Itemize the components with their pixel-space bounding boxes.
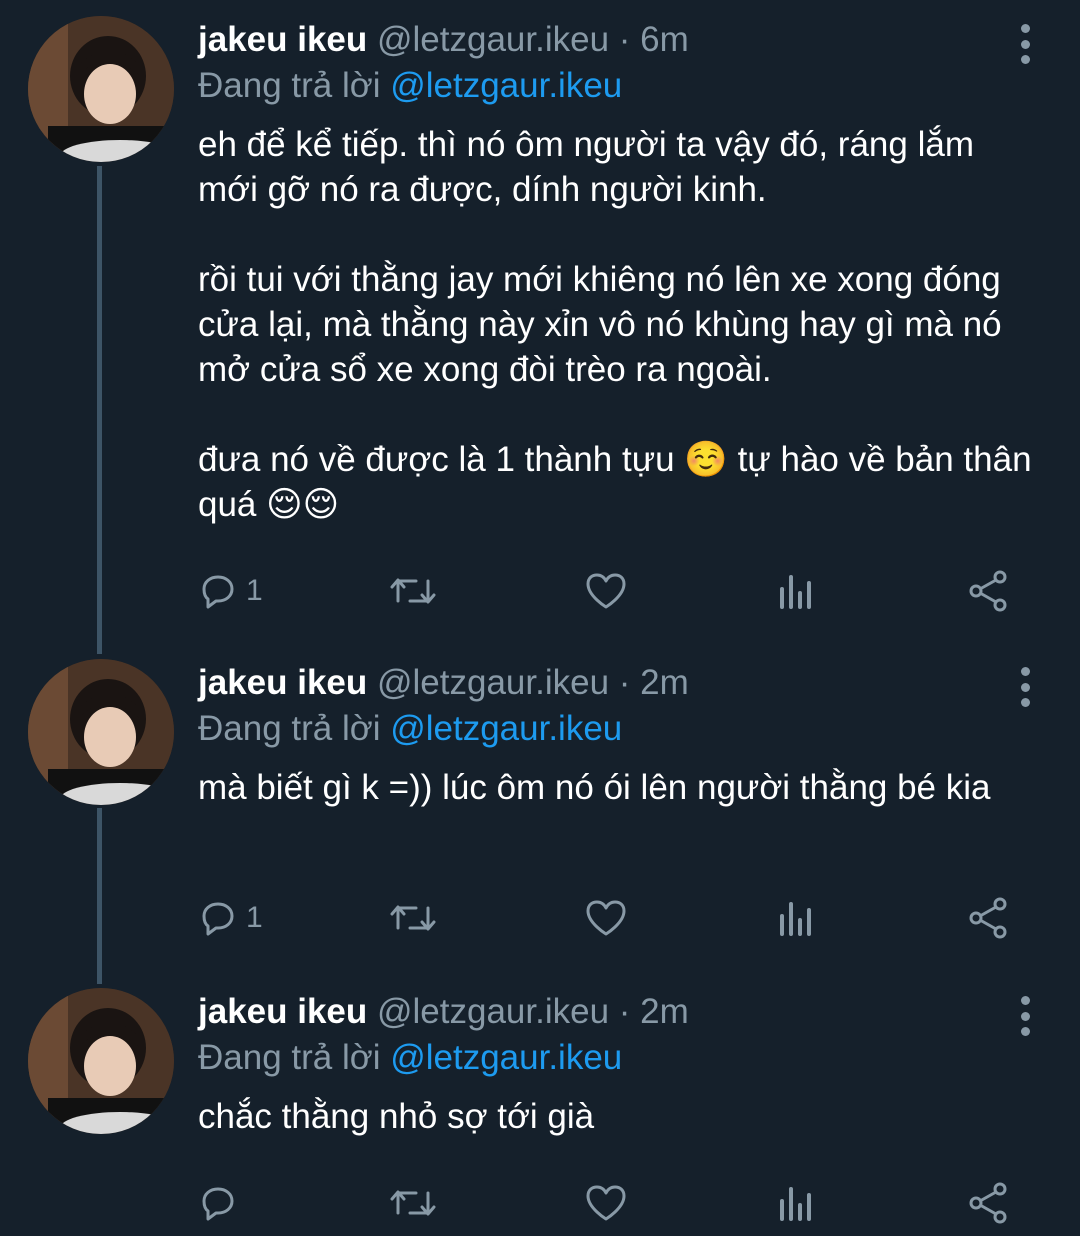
reply-button[interactable]	[198, 1178, 246, 1228]
heart-icon	[586, 1185, 626, 1221]
analytics-button[interactable]	[776, 893, 816, 943]
like-button[interactable]	[584, 893, 628, 943]
heart-icon	[586, 573, 626, 609]
timestamp[interactable]: 2m	[640, 663, 689, 702]
tweet-text: chắc thằng nhỏ sợ tới già	[198, 1097, 595, 1136]
user-handle[interactable]: @letzgaur.ikeu	[377, 20, 609, 59]
user-handle[interactable]: @letzgaur.ikeu	[377, 663, 609, 702]
analytics-icon	[780, 902, 811, 936]
analytics-button[interactable]	[776, 1178, 816, 1228]
replying-to-handle[interactable]: @letzgaur.ikeu	[390, 709, 622, 748]
reply-count: 1	[246, 574, 263, 607]
tweet-actions: 1	[198, 566, 1018, 616]
heart-icon	[586, 900, 626, 936]
like-button[interactable]	[584, 566, 628, 616]
share-button[interactable]	[966, 566, 1010, 616]
tweet-text: mà biết gì k =)) lúc ôm nó ói lên người …	[198, 768, 991, 807]
more-options-icon[interactable]	[1018, 24, 1032, 64]
more-options-icon[interactable]	[1018, 996, 1032, 1036]
user-handle[interactable]: @letzgaur.ikeu	[377, 992, 609, 1031]
analytics-icon	[780, 1187, 811, 1221]
more-options-icon[interactable]	[1018, 667, 1032, 707]
share-button[interactable]	[966, 893, 1010, 943]
avatar[interactable]	[28, 16, 174, 162]
share-icon	[969, 1182, 1007, 1224]
replying-to-handle[interactable]: @letzgaur.ikeu	[390, 66, 622, 105]
display-name[interactable]: jakeu ikeu	[198, 992, 367, 1031]
replying-to: Đang trả lời @letzgaur.ikeu	[198, 705, 1040, 753]
retweet-button[interactable]	[388, 1178, 438, 1228]
retweet-icon	[390, 905, 436, 931]
replying-to: Đang trả lời @letzgaur.ikeu	[198, 1034, 1040, 1082]
separator-dot: ·	[618, 20, 631, 59]
analytics-icon	[780, 575, 811, 609]
tweet[interactable]: jakeu ikeu @letzgaur.ikeu · 6m Đang trả …	[0, 0, 1080, 650]
replying-to-label: Đang trả lời	[198, 66, 381, 105]
retweet-icon	[390, 578, 436, 604]
reply-icon	[202, 1187, 234, 1221]
timestamp[interactable]: 6m	[640, 20, 689, 59]
replying-to: Đang trả lời @letzgaur.ikeu	[198, 62, 1040, 110]
avatar[interactable]	[28, 988, 174, 1134]
reply-icon	[202, 575, 234, 609]
share-icon	[969, 570, 1007, 612]
replying-to-label: Đang trả lời	[198, 1038, 381, 1077]
separator-dot: ·	[618, 992, 631, 1031]
retweet-button[interactable]	[388, 893, 438, 943]
tweet-text: eh để kể tiếp. thì nó ôm người ta vậy đó…	[198, 125, 1032, 524]
share-button[interactable]	[966, 1178, 1010, 1228]
reply-button[interactable]: 1	[198, 566, 263, 616]
retweet-icon	[390, 1190, 436, 1216]
timestamp[interactable]: 2m	[640, 992, 689, 1031]
tweet[interactable]: jakeu ikeu @letzgaur.ikeu · 2m Đang trả …	[0, 972, 1080, 1236]
avatar[interactable]	[28, 659, 174, 805]
replying-to-handle[interactable]: @letzgaur.ikeu	[390, 1038, 622, 1077]
share-icon	[969, 897, 1007, 939]
replying-to-label: Đang trả lời	[198, 709, 381, 748]
like-button[interactable]	[584, 1178, 628, 1228]
separator-dot: ·	[618, 663, 631, 702]
tweet[interactable]: jakeu ikeu @letzgaur.ikeu · 2m Đang trả …	[0, 643, 1080, 973]
retweet-button[interactable]	[388, 566, 438, 616]
reply-count: 1	[246, 901, 263, 934]
tweet-actions	[198, 1178, 1018, 1228]
reply-button[interactable]: 1	[198, 893, 263, 943]
tweet-actions: 1	[198, 893, 1018, 943]
display-name[interactable]: jakeu ikeu	[198, 20, 367, 59]
display-name[interactable]: jakeu ikeu	[198, 663, 367, 702]
reply-icon	[202, 902, 234, 936]
analytics-button[interactable]	[776, 566, 816, 616]
